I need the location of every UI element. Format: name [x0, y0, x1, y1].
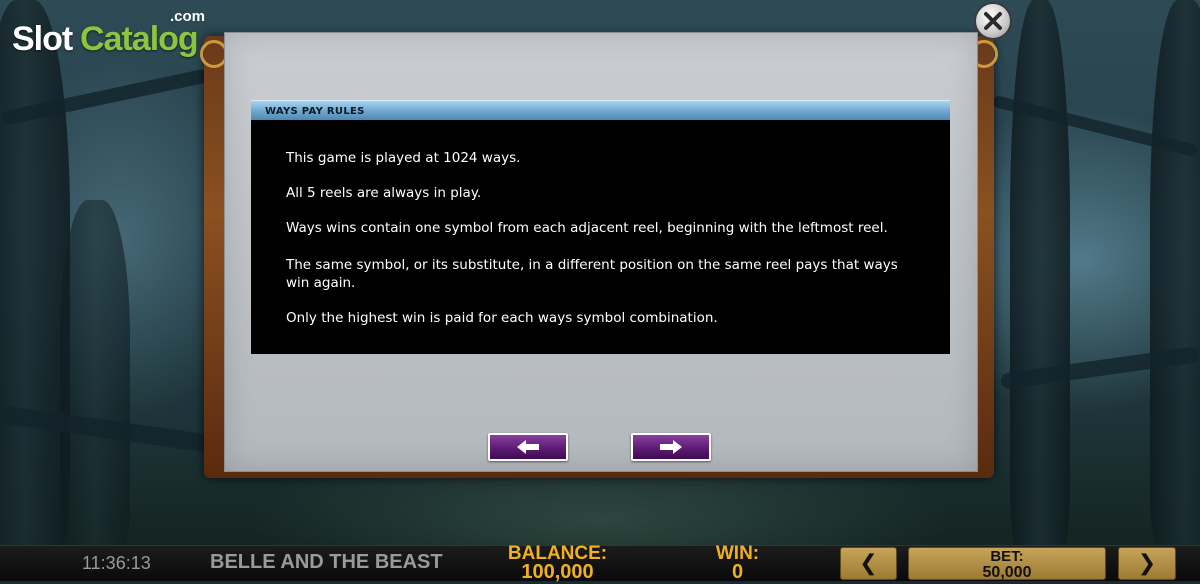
- game-title: BELLE AND THE BEAST: [210, 551, 443, 573]
- bet-decrease-button[interactable]: ❮: [840, 547, 897, 580]
- logo-text-com: .com: [170, 8, 206, 25]
- bet-display: BET: 50,000: [908, 547, 1106, 581]
- rule-line: All 5 reels are always in play.: [286, 185, 482, 201]
- next-page-button[interactable]: [631, 433, 711, 461]
- balance-value: 100,000: [521, 561, 594, 583]
- arrow-left-icon: [517, 440, 539, 454]
- bet-increase-button[interactable]: ❯: [1118, 547, 1176, 580]
- rules-body: This game is played at 1024 ways. All 5 …: [251, 120, 950, 354]
- rules-title: WAYS PAY RULES: [265, 105, 365, 117]
- bet-value: 50,000: [982, 564, 1032, 581]
- win-value: 0: [731, 561, 744, 583]
- rule-line: Only the highest win is paid for each wa…: [286, 310, 718, 326]
- chevron-left-icon: ❮: [859, 551, 878, 576]
- rule-line: This game is played at 1024 ways.: [286, 150, 521, 166]
- rule-line: Ways wins contain one symbol from each a…: [286, 220, 888, 236]
- chevron-right-icon: ❯: [1137, 551, 1157, 576]
- arrow-right-icon: [660, 440, 682, 454]
- clock: 11:36:13: [82, 553, 151, 573]
- logo-text-slot: Slot: [12, 20, 73, 58]
- rules-header: WAYS PAY RULES: [251, 100, 950, 121]
- logo-text-catalog: Catalog: [80, 20, 199, 58]
- previous-page-button[interactable]: [488, 433, 568, 461]
- close-icon: [984, 12, 1002, 30]
- rule-line: The same symbol, or its substitute, in a…: [286, 257, 898, 291]
- close-button[interactable]: [974, 2, 1012, 40]
- bet-label: BET:: [990, 548, 1024, 565]
